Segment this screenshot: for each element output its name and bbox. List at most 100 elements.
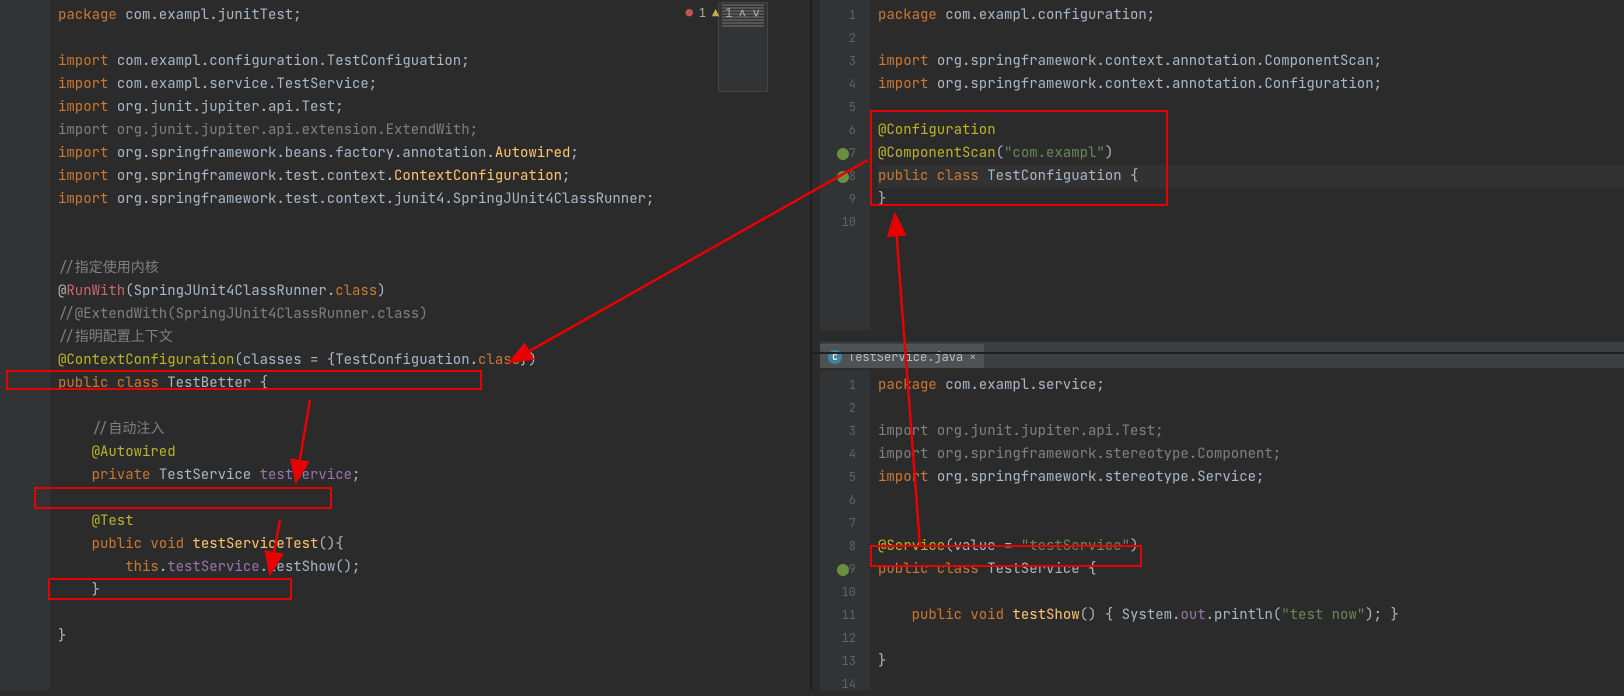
- line-number: 4: [820, 73, 856, 96]
- code-line[interactable]: import org.springframework.test.context.…: [58, 188, 770, 211]
- editor-left[interactable]: ● 1 ▲ 1 ∧ ∨ package com.exampl.junitTest…: [0, 0, 770, 690]
- line-number: 7: [820, 512, 856, 535]
- line-number: 12: [820, 627, 856, 650]
- line-number: 8: [820, 535, 856, 558]
- code-line[interactable]: [58, 234, 770, 257]
- code-line[interactable]: package com.exampl.junitTest;: [58, 4, 770, 27]
- code-line[interactable]: public class TestBetter {: [58, 372, 770, 395]
- line-number: 14: [820, 673, 856, 696]
- editor-right-top[interactable]: 12345678910 package com.exampl.configura…: [820, 0, 1624, 330]
- code-line[interactable]: [58, 602, 770, 625]
- code-line[interactable]: import org.springframework.beans.factory…: [58, 142, 770, 165]
- code-line[interactable]: package com.exampl.configuration;: [878, 4, 1624, 27]
- code-line[interactable]: package com.exampl.service;: [878, 374, 1624, 397]
- code-line[interactable]: public class TestConfiguation {: [878, 165, 1624, 188]
- line-number: 5: [820, 96, 856, 119]
- tab-testservice[interactable]: C TestService.java ×: [820, 344, 984, 368]
- code-line[interactable]: [878, 96, 1624, 119]
- tab-label: TestService.java: [848, 349, 963, 365]
- code-line[interactable]: //指明配置上下文: [58, 326, 770, 349]
- code-line[interactable]: [58, 211, 770, 234]
- code-line[interactable]: @RunWith(SpringJUnit4ClassRunner.class): [58, 280, 770, 303]
- code-line[interactable]: }: [878, 188, 1624, 211]
- code-line[interactable]: [878, 489, 1624, 512]
- code-line[interactable]: //@ExtendWith(SpringJUnit4ClassRunner.cl…: [58, 303, 770, 326]
- code-line[interactable]: }: [58, 579, 770, 602]
- line-number: 8: [820, 165, 856, 188]
- code-line[interactable]: import org.springframework.test.context.…: [58, 165, 770, 188]
- vertical-splitter[interactable]: [810, 0, 812, 690]
- gutter-right-bottom: 1234567891011121314: [820, 370, 870, 690]
- code-line[interactable]: import com.exampl.configuration.TestConf…: [58, 50, 770, 73]
- code-line[interactable]: import org.springframework.context.annot…: [878, 50, 1624, 73]
- tab-bar: C TestService.java ×: [820, 342, 1624, 368]
- line-number: 2: [820, 27, 856, 50]
- line-number: 7: [820, 142, 856, 165]
- line-number: 6: [820, 119, 856, 142]
- code-line[interactable]: @Test: [58, 510, 770, 533]
- line-number: 4: [820, 443, 856, 466]
- line-number: 3: [820, 420, 856, 443]
- line-number: 13: [820, 650, 856, 673]
- code-line[interactable]: this.testService.testShow();: [58, 556, 770, 579]
- gutter-right-top: 12345678910: [820, 0, 870, 330]
- code-line[interactable]: import org.junit.jupiter.api.extension.E…: [58, 119, 770, 142]
- code-line[interactable]: @Service(value = "testService"): [878, 535, 1624, 558]
- line-number: 11: [820, 604, 856, 627]
- line-number: 1: [820, 4, 856, 27]
- code-line[interactable]: @ComponentScan("com.exampl"): [878, 142, 1624, 165]
- code-line[interactable]: [878, 673, 1624, 696]
- line-number: 6: [820, 489, 856, 512]
- next-problem-icon[interactable]: ∨: [752, 4, 760, 21]
- horizontal-splitter[interactable]: [812, 352, 1624, 354]
- spring-bean-icon[interactable]: [837, 564, 849, 576]
- problems-indicator[interactable]: ● 1 ▲ 1 ∧ ∨: [686, 4, 760, 21]
- code-line[interactable]: [878, 211, 1624, 234]
- code-line[interactable]: @ContextConfiguration(classes = {TestCon…: [58, 349, 770, 372]
- line-number: 3: [820, 50, 856, 73]
- line-number: 2: [820, 397, 856, 420]
- line-number: 5: [820, 466, 856, 489]
- code-line[interactable]: [878, 512, 1624, 535]
- code-right-top[interactable]: package com.exampl.configuration; import …: [870, 0, 1624, 234]
- code-line[interactable]: [878, 627, 1624, 650]
- code-line[interactable]: //自动注入: [58, 418, 770, 441]
- warning-count: 1: [725, 5, 732, 21]
- line-number: 1: [820, 374, 856, 397]
- error-count: 1: [699, 5, 706, 21]
- code-line[interactable]: //指定使用内核: [58, 257, 770, 280]
- line-number: 10: [820, 581, 856, 604]
- prev-problem-icon[interactable]: ∧: [738, 4, 746, 21]
- code-left[interactable]: package com.exampl.junitTest; import com.…: [50, 0, 770, 648]
- spring-bean-icon[interactable]: [837, 171, 849, 183]
- code-line[interactable]: [58, 27, 770, 50]
- code-line[interactable]: private TestService testService;: [58, 464, 770, 487]
- line-number: 9: [820, 188, 856, 211]
- code-line[interactable]: @Autowired: [58, 441, 770, 464]
- code-line[interactable]: [58, 487, 770, 510]
- code-line[interactable]: [878, 581, 1624, 604]
- code-line[interactable]: [878, 27, 1624, 50]
- code-line[interactable]: }: [58, 625, 770, 648]
- warning-icon: ▲: [712, 5, 719, 21]
- code-line[interactable]: import org.junit.jupiter.api.Test;: [878, 420, 1624, 443]
- editor-right-bottom[interactable]: C TestService.java × 1234567891011121314…: [820, 370, 1624, 690]
- code-line[interactable]: public class TestService {: [878, 558, 1624, 581]
- code-line[interactable]: }: [878, 650, 1624, 673]
- code-line[interactable]: [878, 397, 1624, 420]
- close-icon[interactable]: ×: [969, 349, 976, 365]
- gutter-left: [0, 0, 50, 690]
- code-line[interactable]: import org.junit.jupiter.api.Test;: [58, 96, 770, 119]
- code-line[interactable]: import org.springframework.context.annot…: [878, 73, 1624, 96]
- spring-bean-icon[interactable]: [837, 148, 849, 160]
- code-line[interactable]: import org.springframework.stereotype.Co…: [878, 443, 1624, 466]
- code-line[interactable]: import org.springframework.stereotype.Se…: [878, 466, 1624, 489]
- code-line[interactable]: @Configuration: [878, 119, 1624, 142]
- code-right-bottom[interactable]: package com.exampl.service; import org.ju…: [870, 370, 1624, 696]
- code-line[interactable]: public void testServiceTest(){: [58, 533, 770, 556]
- line-number: 9: [820, 558, 856, 581]
- code-line[interactable]: public void testShow() { System.out.prin…: [878, 604, 1624, 627]
- code-line[interactable]: [58, 395, 770, 418]
- line-number: 10: [820, 211, 856, 234]
- code-line[interactable]: import com.exampl.service.TestService;: [58, 73, 770, 96]
